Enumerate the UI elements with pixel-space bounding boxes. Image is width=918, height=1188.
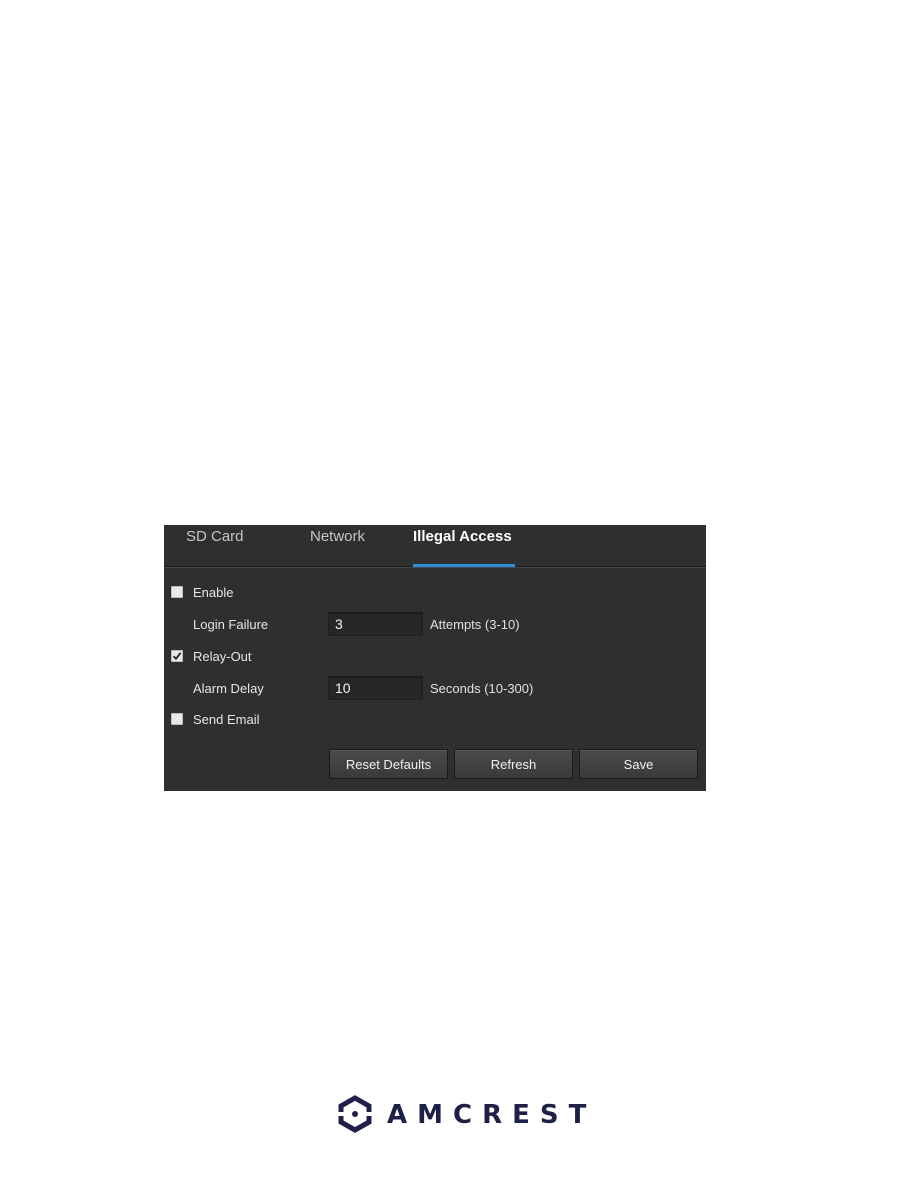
checkmark-icon: [172, 652, 182, 661]
alarm-delay-row: Alarm Delay Seconds (10-300): [164, 676, 706, 700]
logo-wordmark: AMCREST: [387, 1100, 597, 1130]
login-failure-row: Login Failure Attempts (3-10): [164, 612, 706, 636]
tab-bar: SD Card Network Illegal Access: [164, 525, 706, 567]
reset-defaults-button[interactable]: Reset Defaults: [329, 749, 448, 779]
alarm-delay-input[interactable]: [328, 676, 423, 700]
login-failure-hint: Attempts (3-10): [430, 616, 520, 632]
tab-illegal-access[interactable]: Illegal Access: [413, 528, 512, 545]
enable-checkbox[interactable]: [171, 586, 183, 598]
save-button[interactable]: Save: [579, 749, 698, 779]
enable-label: Enable: [193, 584, 234, 600]
login-failure-label: Login Failure: [193, 616, 269, 632]
refresh-button[interactable]: Refresh: [454, 749, 573, 779]
alarm-delay-hint: Seconds (10-300): [430, 680, 534, 696]
relay-out-checkbox[interactable]: [171, 650, 183, 662]
enable-row: Enable: [164, 582, 706, 602]
hexagon-camera-icon: [337, 1095, 373, 1133]
send-email-checkbox[interactable]: [171, 713, 183, 725]
tab-sd-card[interactable]: SD Card: [186, 528, 244, 545]
amcrest-logo: AMCREST: [337, 1095, 596, 1135]
tab-network[interactable]: Network: [310, 528, 365, 545]
alarm-delay-label: Alarm Delay: [193, 680, 264, 696]
relay-out-label: Relay-Out: [193, 648, 252, 664]
login-failure-input[interactable]: [328, 612, 423, 636]
illegal-access-settings-panel: SD Card Network Illegal Access Enable Lo…: [164, 525, 706, 791]
send-email-row: Send Email: [164, 709, 706, 729]
relay-out-row: Relay-Out: [164, 646, 706, 666]
send-email-label: Send Email: [193, 711, 260, 727]
active-tab-indicator: [413, 564, 515, 567]
